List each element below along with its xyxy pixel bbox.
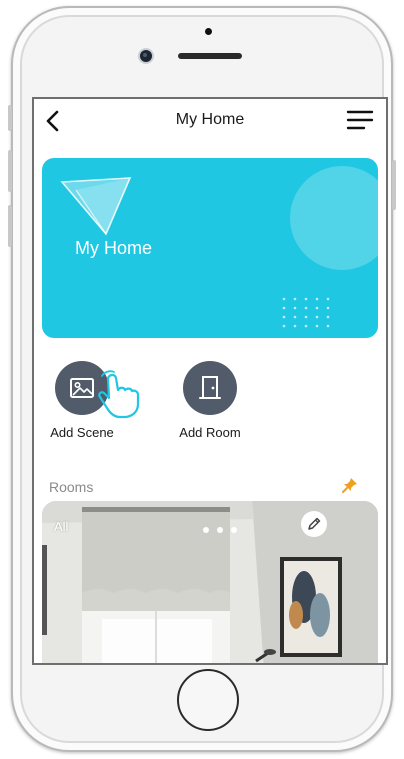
add-room-button[interactable]: Add Room bbox=[170, 361, 250, 440]
home-card[interactable]: My Home bbox=[42, 158, 378, 338]
triangle-logo-icon bbox=[60, 177, 132, 236]
pencil-icon bbox=[308, 517, 321, 530]
tap-hand-icon bbox=[98, 370, 140, 419]
more-dots-icon[interactable] bbox=[200, 525, 240, 535]
phone-mute-switch bbox=[8, 105, 12, 131]
phone-camera bbox=[140, 50, 152, 62]
add-room-label: Add Room bbox=[179, 425, 241, 440]
scene-image-icon bbox=[70, 378, 94, 398]
app-screen: My Home My Home Add Scene Add Room Rooms… bbox=[32, 97, 388, 665]
edit-room-button[interactable] bbox=[301, 511, 327, 537]
add-room-circle[interactable] bbox=[183, 361, 237, 415]
room-card[interactable]: All bbox=[42, 501, 378, 663]
nav-bar: My Home bbox=[34, 99, 386, 143]
phone-power-button bbox=[392, 160, 396, 210]
phone-volume-down bbox=[8, 205, 12, 247]
phone-sensor bbox=[205, 28, 212, 35]
room-card-label: All bbox=[54, 519, 69, 534]
rooms-section-label: Rooms bbox=[49, 479, 94, 495]
pin-icon[interactable] bbox=[341, 476, 359, 494]
phone-volume-up bbox=[8, 150, 12, 192]
door-icon bbox=[199, 376, 221, 399]
dot-pattern bbox=[282, 297, 330, 328]
add-scene-label: Add Scene bbox=[50, 425, 114, 440]
phone-speaker bbox=[178, 53, 242, 59]
menu-icon[interactable] bbox=[346, 109, 374, 131]
home-card-title: My Home bbox=[75, 238, 153, 258]
decorative-circle bbox=[290, 166, 378, 270]
phone-home-button[interactable] bbox=[177, 669, 239, 731]
page-title: My Home bbox=[175, 111, 245, 128]
